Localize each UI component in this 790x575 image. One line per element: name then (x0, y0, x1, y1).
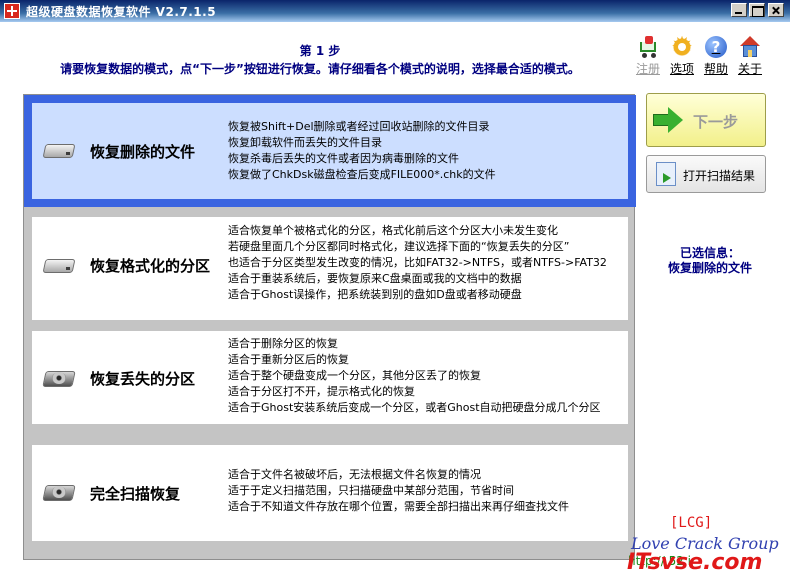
hard-disk-icon (42, 481, 76, 503)
help-icon: ? (705, 36, 727, 58)
open-file-icon (656, 162, 676, 186)
window-title: 超级硬盘数据恢复软件 V2.7.1.5 (26, 5, 217, 19)
app-icon (4, 3, 20, 19)
header: 第 1 步 请要恢复数据的模式，点“下一步”按钮进行恢复。请仔细看各个模式的说明… (0, 22, 790, 82)
about-button[interactable]: 关于 (733, 36, 767, 77)
arrow-right-icon (653, 107, 683, 133)
option-description: 适合于文件名被破坏后，无法根据文件名恢复的情况 适于于定义扫描范围，只扫描硬盘中… (228, 468, 569, 513)
option-recover-lost-partition[interactable]: 恢复丢失的分区 适合于删除分区的恢复 适合于重新分区后的恢复 适合于整个硬盘变成… (32, 331, 628, 424)
selection-info-value: 恢复删除的文件 (667, 261, 752, 275)
title-bar[interactable]: 超级硬盘数据恢复软件 V2.7.1.5 (0, 0, 790, 22)
drive-icon (42, 140, 76, 162)
option-description: 适合恢复单个被格式化的分区，格式化前后这个分区大小未发生变化 若硬盘里面几个分区… (228, 224, 607, 301)
options-label: 选项 (669, 62, 694, 76)
register-label: 注册 (635, 62, 660, 76)
option-description: 恢复被Shift+Del删除或者经过回收站删除的文件目录 恢复卸载软件而丢失的文… (228, 120, 496, 181)
cart-icon (637, 36, 659, 58)
option-name: 完全扫描恢复 (90, 485, 181, 503)
options-button[interactable]: 选项 (665, 32, 699, 77)
step-title: 第 1 步 (299, 44, 341, 58)
next-step-button[interactable]: 下一步 (646, 93, 766, 147)
open-scan-result-button[interactable]: 打开扫描结果 (646, 155, 766, 193)
register-button[interactable]: 注册 (631, 36, 665, 77)
home-icon (739, 36, 761, 58)
help-button[interactable]: ? 帮助 (699, 36, 733, 77)
option-description: 适合于删除分区的恢复 适合于重新分区后的恢复 适合于整个硬盘变成一个分区，其他分… (228, 337, 601, 414)
site-watermark: ITsvse.com (627, 550, 763, 575)
close-button[interactable] (768, 3, 784, 17)
next-step-label: 下一步 (693, 113, 739, 131)
maximize-button[interactable] (749, 3, 765, 17)
option-full-scan[interactable]: 完全扫描恢复 适合于文件名被破坏后，无法根据文件名恢复的情况 适于于定义扫描范围… (32, 445, 628, 541)
help-label: 帮助 (703, 62, 728, 76)
hard-disk-icon (42, 367, 76, 389)
option-recover-formatted[interactable]: 恢复格式化的分区 适合恢复单个被格式化的分区，格式化前后这个分区大小未发生变化 … (32, 217, 628, 320)
minimize-button[interactable] (731, 3, 747, 17)
recovery-mode-panel: 恢复删除的文件 恢复被Shift+Del删除或者经过回收站删除的文件目录 恢复卸… (23, 94, 636, 560)
option-name: 恢复删除的文件 (90, 143, 196, 161)
step-instruction: 请要恢复数据的模式，点“下一步”按钮进行恢复。请仔细看各个模式的说明，选择最合适… (60, 62, 580, 76)
gear-icon (671, 32, 693, 62)
option-recover-deleted[interactable]: 恢复删除的文件 恢复被Shift+Del删除或者经过回收站删除的文件目录 恢复卸… (32, 103, 628, 199)
drive-icon (42, 255, 76, 277)
lcg-watermark: [LCG] (670, 515, 713, 531)
option-name: 恢复丢失的分区 (90, 370, 196, 388)
open-scan-label: 打开扫描结果 (683, 169, 756, 183)
about-label: 关于 (737, 62, 762, 76)
option-name: 恢复格式化的分区 (90, 257, 211, 275)
